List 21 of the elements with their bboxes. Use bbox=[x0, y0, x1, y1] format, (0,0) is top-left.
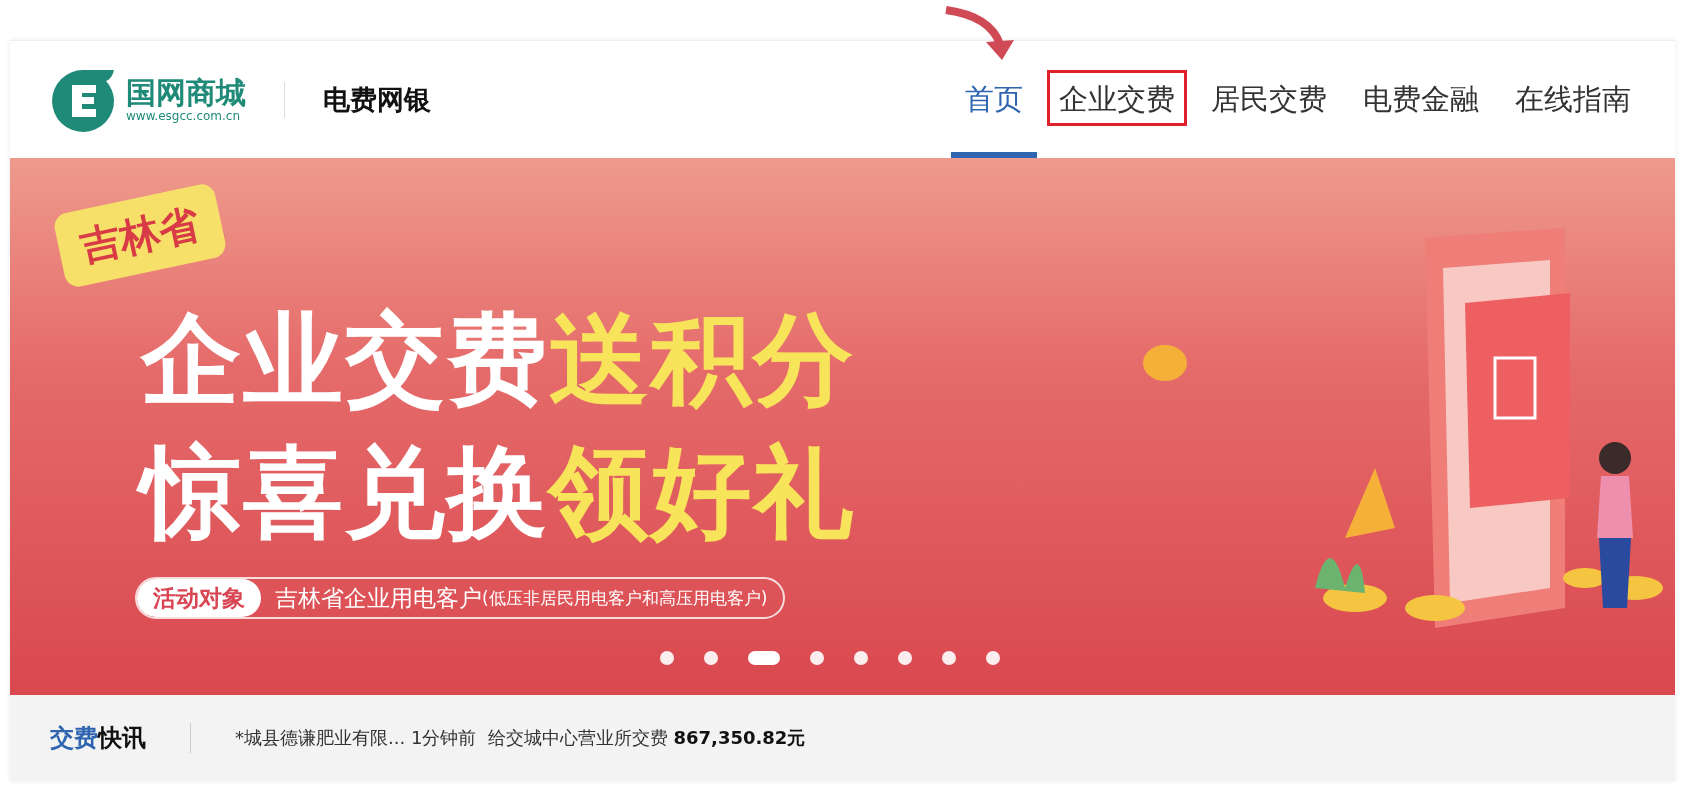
logo-name: 国网商城 bbox=[126, 76, 246, 109]
logo-url: www.esgcc.com.cn bbox=[126, 109, 242, 123]
carousel-dot[interactable] bbox=[810, 651, 824, 665]
banner-headline: 企业交费送积分 bbox=[139, 300, 856, 420]
carousel-dot[interactable] bbox=[986, 651, 1000, 665]
nav-tab[interactable]: 电费金融 bbox=[1349, 41, 1493, 158]
carousel-dot[interactable] bbox=[854, 651, 868, 665]
carousel-dot[interactable] bbox=[704, 651, 718, 665]
nav-tab[interactable]: 居民交费 bbox=[1197, 41, 1341, 158]
target-label: 活动对象 bbox=[137, 579, 261, 617]
target-text: 吉林省企业用电客户 bbox=[275, 583, 482, 613]
banner-headline: 惊喜兑换领好礼 bbox=[135, 426, 861, 559]
ticker-message: *城县德谦肥业有限... 1分钟前 给交城中心营业所交费 867,350.82元 bbox=[235, 726, 806, 750]
nav-tab[interactable]: 在线指南 bbox=[1501, 41, 1645, 158]
site-title: 电费网银 bbox=[323, 82, 431, 117]
carousel-dot[interactable] bbox=[898, 651, 912, 665]
nav-tab[interactable]: 企业交费 bbox=[1045, 41, 1189, 158]
ticker-title: 交费快讯 bbox=[50, 723, 146, 754]
target-note: (低压非居民用电客户和高压用电客户) bbox=[482, 586, 768, 610]
carousel-dot[interactable] bbox=[942, 651, 956, 665]
carousel-dot[interactable] bbox=[660, 651, 674, 665]
